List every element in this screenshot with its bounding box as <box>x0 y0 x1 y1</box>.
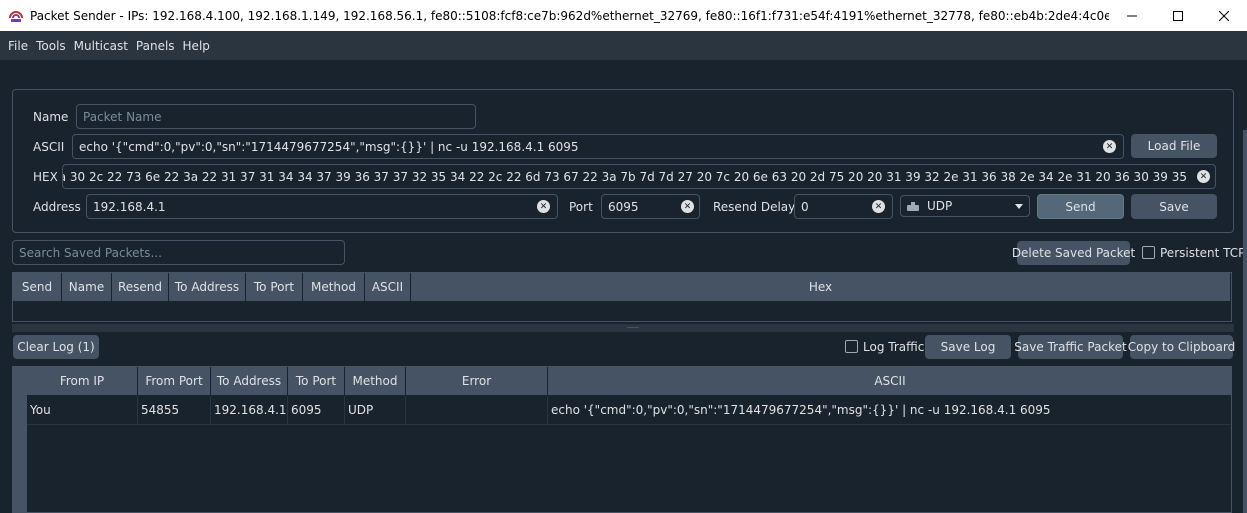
save-log-button[interactable]: Save Log <box>925 335 1011 359</box>
col-log-to-address[interactable]: To Address <box>211 367 288 395</box>
method-select[interactable]: UDP <box>900 195 1030 217</box>
col-from-ip[interactable]: From IP <box>27 367 138 395</box>
cell-from-port: 54855 <box>138 396 211 425</box>
search-saved-placeholder: Search Saved Packets... <box>19 245 162 260</box>
search-saved-input[interactable]: Search Saved Packets... <box>12 240 345 265</box>
table-row[interactable]: You 54855 192.168.4.1 6095 UDP echo '{"c… <box>27 396 1231 425</box>
close-icon <box>1219 10 1229 21</box>
col-method[interactable]: Method <box>303 273 365 301</box>
minimize-icon <box>1127 15 1137 16</box>
log-header-row: From IP From Port To Address To Port Met… <box>27 367 1231 395</box>
col-log-ascii[interactable]: ASCII <box>548 367 1231 395</box>
save-button[interactable]: Save <box>1131 194 1217 219</box>
hex-label: HEX <box>33 170 58 184</box>
row-gutter <box>13 367 27 512</box>
clear-log-button[interactable]: Clear Log (1) <box>13 335 99 359</box>
menu-tools[interactable]: Tools <box>32 39 70 53</box>
menu-bar: File Tools Multicast Panels Help <box>0 31 1247 60</box>
address-clear-icon[interactable]: ✕ <box>537 200 550 213</box>
hex-clear-icon[interactable]: ✕ <box>1197 170 1210 183</box>
hex-value: 27 7b 22 63 6d 64 22 3a 30 2c 22 70 76 2… <box>63 169 1187 184</box>
menu-help[interactable]: Help <box>179 39 214 53</box>
saved-header-row: Send Name Resend To Address To Port Meth… <box>13 273 1231 301</box>
resend-delay-label: Resend Delay <box>713 200 796 214</box>
name-label: Name <box>33 110 69 124</box>
resend-clear-icon[interactable]: ✕ <box>872 200 885 213</box>
col-to-address[interactable]: To Address <box>169 273 246 301</box>
col-name[interactable]: Name <box>62 273 112 301</box>
col-error[interactable]: Error <box>406 367 548 395</box>
ascii-clear-icon[interactable]: ✕ <box>1103 140 1116 153</box>
ascii-value: echo '{"cmd":0,"pv":0,"sn":"171447967725… <box>79 139 579 154</box>
col-ascii[interactable]: ASCII <box>365 273 411 301</box>
log-traffic-checkbox[interactable] <box>845 340 858 353</box>
col-log-method[interactable]: Method <box>345 367 406 395</box>
address-input[interactable]: 192.168.4.1 <box>86 194 558 219</box>
ascii-input[interactable]: echo '{"cmd":0,"pv":0,"sn":"171447967725… <box>72 134 1124 159</box>
col-send[interactable]: Send <box>13 273 62 301</box>
packet-name-input[interactable]: Packet Name <box>76 104 476 129</box>
method-value: UDP <box>927 199 953 213</box>
resend-delay-value: 0 <box>801 199 809 214</box>
packet-name-placeholder: Packet Name <box>83 109 162 124</box>
window-title: Packet Sender - IPs: 192.168.4.100, 192.… <box>30 8 1109 23</box>
network-icon <box>907 201 919 211</box>
col-to-port[interactable]: To Port <box>246 273 303 301</box>
cell-method: UDP <box>345 396 406 425</box>
cell-error <box>406 396 548 425</box>
maximize-button[interactable] <box>1155 0 1201 31</box>
saved-packets-table: Send Name Resend To Address To Port Meth… <box>12 272 1232 322</box>
cell-ascii: echo '{"cmd":0,"pv":0,"sn":"171447967725… <box>548 396 1231 425</box>
log-traffic-label: Log Traffic <box>863 340 925 354</box>
col-log-to-port[interactable]: To Port <box>288 367 345 395</box>
ascii-label: ASCII <box>33 140 65 154</box>
cell-to-address: 192.168.4.1 <box>211 396 288 425</box>
delete-saved-button[interactable]: Delete Saved Packet <box>1012 241 1135 265</box>
traffic-log-table: From IP From Port To Address To Port Met… <box>12 366 1232 513</box>
packet-sender-logo-icon <box>9 10 23 22</box>
menu-panels[interactable]: Panels <box>132 39 179 53</box>
splitter-handle[interactable] <box>12 324 1234 332</box>
send-button[interactable]: Send <box>1037 194 1124 219</box>
col-resend[interactable]: Resend <box>112 273 169 301</box>
cell-from-ip: You <box>27 396 138 425</box>
cell-to-port: 6095 <box>288 396 345 425</box>
splitter-grip <box>627 327 639 328</box>
title-bar: Packet Sender - IPs: 192.168.4.100, 192.… <box>0 0 1247 31</box>
address-value: 192.168.4.1 <box>93 199 166 214</box>
menu-file[interactable]: File <box>4 39 32 53</box>
close-button[interactable] <box>1201 0 1247 31</box>
minimize-button[interactable] <box>1109 0 1155 31</box>
hex-input[interactable]: 27 7b 22 63 6d 64 22 3a 30 2c 22 70 76 2… <box>62 164 1216 189</box>
copy-to-clipboard-button[interactable]: Copy to Clipboard <box>1128 335 1235 359</box>
port-value: 6095 <box>608 199 639 214</box>
persistent-tcp-label: Persistent TCP <box>1160 246 1246 260</box>
col-hex[interactable]: Hex <box>411 273 1231 301</box>
port-label: Port <box>569 200 593 214</box>
persistent-tcp-checkbox[interactable] <box>1142 246 1155 259</box>
load-file-button[interactable]: Load File <box>1131 134 1217 158</box>
port-clear-icon[interactable]: ✕ <box>681 200 694 213</box>
address-label: Address <box>33 200 81 214</box>
col-from-port[interactable]: From Port <box>138 367 211 395</box>
window-scrollbar[interactable] <box>1243 130 1247 513</box>
maximize-icon <box>1173 10 1183 21</box>
save-traffic-packet-button[interactable]: Save Traffic Packet <box>1014 335 1127 359</box>
menu-multicast[interactable]: Multicast <box>70 39 132 53</box>
chevron-down-icon <box>1015 204 1023 209</box>
